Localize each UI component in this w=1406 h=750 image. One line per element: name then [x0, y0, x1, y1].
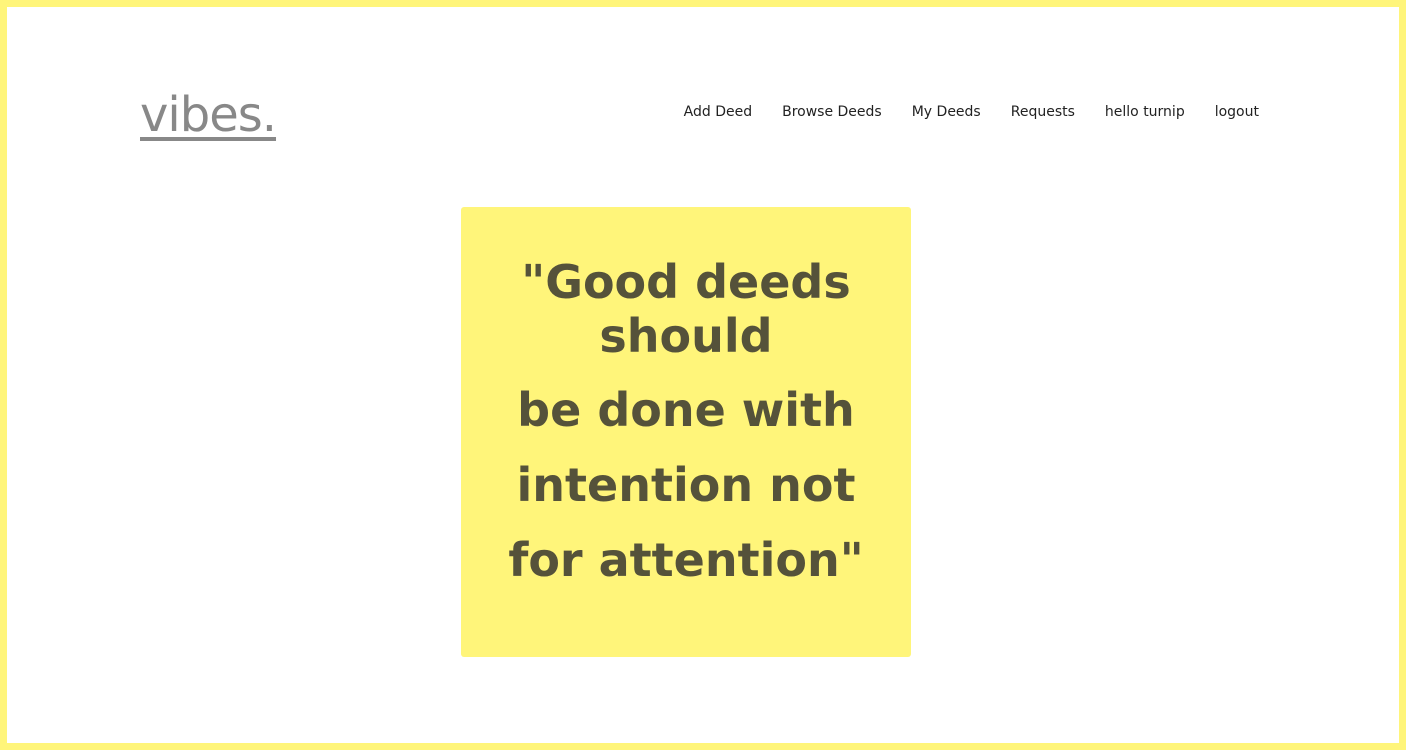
quote-card: "Good deeds should be done with intentio… — [461, 207, 911, 657]
main-nav: Add Deed Browse Deeds My Deeds Requests … — [684, 104, 1259, 120]
nav-user-greeting[interactable]: hello turnip — [1105, 104, 1185, 120]
nav-browse-deeds[interactable]: Browse Deeds — [782, 104, 882, 120]
logo-link[interactable]: vibes. — [140, 87, 277, 143]
nav-requests[interactable]: Requests — [1011, 104, 1075, 120]
nav-my-deeds[interactable]: My Deeds — [912, 104, 981, 120]
quote-line-1: "Good deeds should — [521, 255, 851, 363]
nav-add-deed[interactable]: Add Deed — [684, 104, 752, 120]
quote-line-2: be done with intention not for attention… — [508, 383, 864, 587]
nav-logout[interactable]: logout — [1215, 104, 1259, 120]
